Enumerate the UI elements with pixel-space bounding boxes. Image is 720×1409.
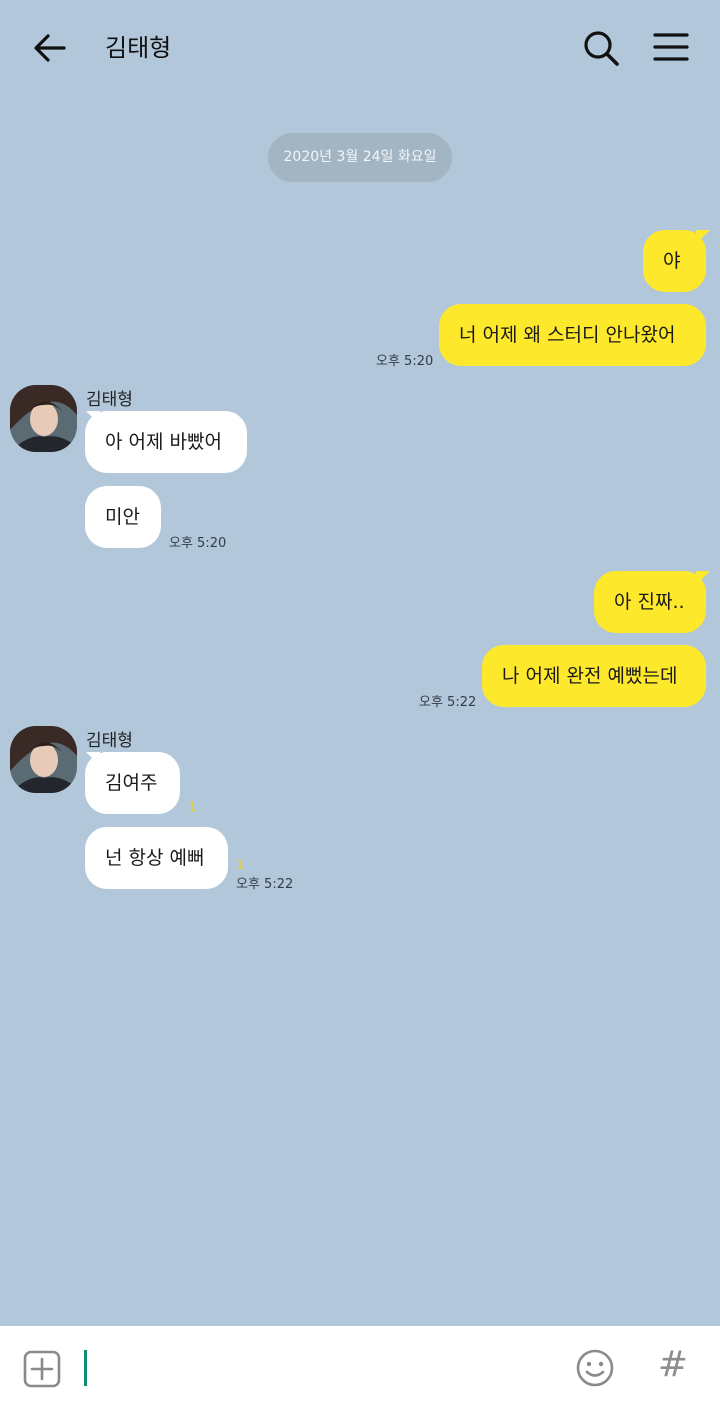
attach-button[interactable] xyxy=(23,1350,61,1388)
bubble-tail xyxy=(696,571,710,585)
sender-name: 김태형 xyxy=(86,390,133,410)
menu-button[interactable] xyxy=(650,28,692,68)
message-time: 오후 5:20 xyxy=(376,354,434,369)
other-message-bubble[interactable]: 넌 항상 예뻐 xyxy=(85,827,228,889)
message-text: 나 어제 완전 예뻤는데 xyxy=(502,665,678,687)
sender-name: 김태형 xyxy=(86,731,133,751)
search-icon xyxy=(584,31,619,66)
message-text: 너 어제 왜 스터디 안나왔어 xyxy=(459,324,676,346)
bubble-tail xyxy=(696,230,710,244)
message-text: 김여주 xyxy=(105,772,158,794)
message-text: 야 xyxy=(663,250,681,272)
hamburger-menu-icon xyxy=(653,33,689,61)
back-button[interactable] xyxy=(30,28,70,68)
hashtag-button[interactable]: # xyxy=(656,1343,690,1387)
chat-title: 김태형 xyxy=(105,34,172,62)
other-message-bubble[interactable]: 아 어제 바빴어 xyxy=(85,411,247,473)
text-cursor xyxy=(84,1350,87,1386)
emoji-button[interactable] xyxy=(575,1348,615,1388)
chat-header: 김태형 xyxy=(0,0,720,96)
search-button[interactable] xyxy=(580,27,622,69)
message-text: 넌 항상 예뻐 xyxy=(105,847,205,869)
message-time: 오후 5:22 xyxy=(419,695,477,710)
message-time: 오후 5:20 xyxy=(169,536,227,551)
my-message-bubble[interactable]: 아 진짜.. xyxy=(594,571,706,633)
unread-count: 1 xyxy=(236,858,244,872)
arrow-left-icon xyxy=(34,34,66,62)
my-message-bubble[interactable]: 나 어제 완전 예뻤는데 xyxy=(482,645,706,707)
other-message-bubble[interactable]: 미안 xyxy=(85,486,161,548)
plus-square-icon xyxy=(23,1350,61,1388)
message-text: 아 진짜.. xyxy=(614,591,685,613)
avatar[interactable] xyxy=(10,385,77,452)
avatar[interactable] xyxy=(10,726,77,793)
message-text: 아 어제 바빴어 xyxy=(105,431,222,453)
smiley-icon xyxy=(576,1349,614,1387)
message-text: 미안 xyxy=(105,506,140,528)
message-input[interactable] xyxy=(84,1348,554,1388)
date-separator: 2020년 3월 24일 화요일 xyxy=(268,133,452,182)
my-message-bubble[interactable]: 너 어제 왜 스터디 안나왔어 xyxy=(439,304,706,366)
unread-count: 1 xyxy=(189,800,197,814)
other-message-bubble[interactable]: 김여주 xyxy=(85,752,180,814)
message-time: 오후 5:22 xyxy=(236,877,294,892)
